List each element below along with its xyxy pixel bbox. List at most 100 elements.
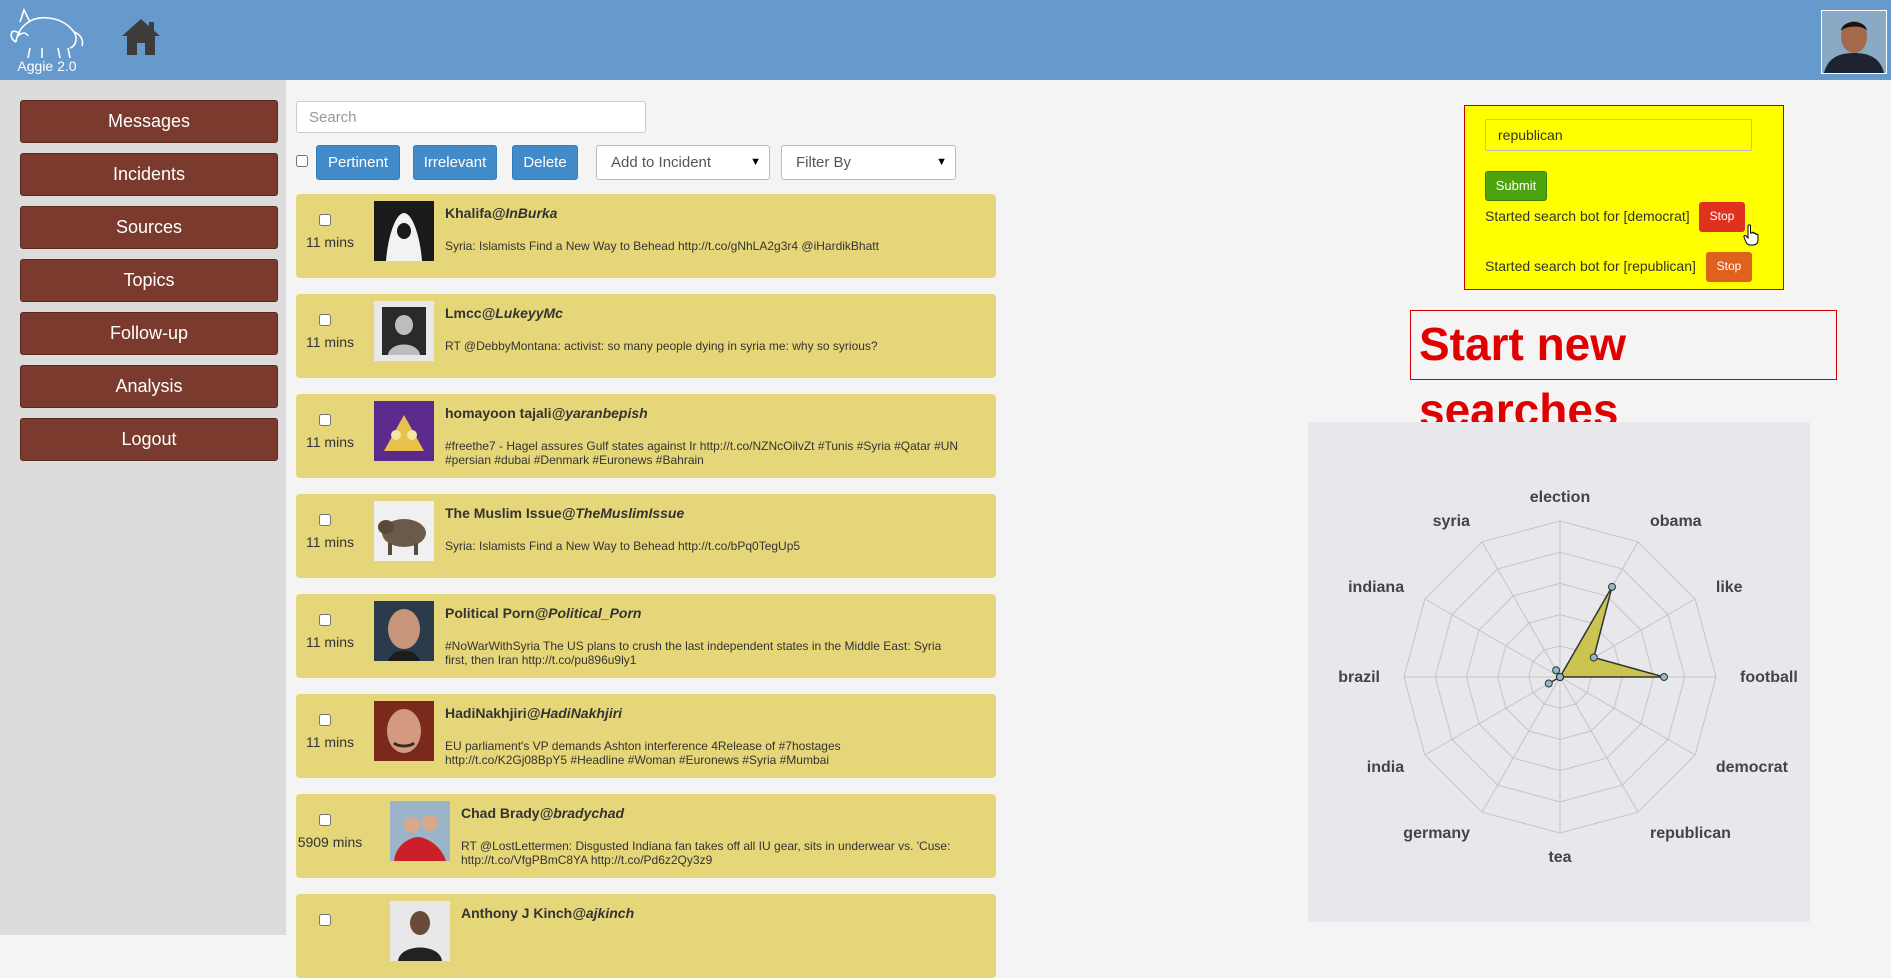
author-avatar <box>374 501 434 561</box>
submit-button[interactable]: Submit <box>1485 171 1547 201</box>
author-avatar <box>374 401 434 461</box>
radar-axis-label: election <box>1530 489 1590 506</box>
message-checkbox[interactable] <box>319 714 331 726</box>
radar-axis-label: indiana <box>1348 579 1404 596</box>
radar-data-point <box>1556 673 1564 681</box>
author-avatar <box>374 601 434 661</box>
sidebar: Messages Incidents Sources Topics Follow… <box>0 80 286 935</box>
author-name[interactable]: Khalifa@InBurka <box>445 205 557 221</box>
list-item[interactable]: Anthony J Kinch@ajkinch <box>296 894 996 978</box>
search-bot-panel: Submit Started search bot for [democrat]… <box>1464 105 1784 290</box>
message-time: 11 mins <box>306 334 354 350</box>
radar-data-point <box>1608 582 1616 591</box>
author-avatar <box>390 901 450 961</box>
message-text: RT @LostLettermen: Disgusted Indiana fan… <box>461 839 951 867</box>
radar-chart: election obama like football democrat republi… <box>1308 422 1810 922</box>
list-item[interactable]: 11 mins Khalifa@InBurka Syria: Islamists… <box>296 194 996 278</box>
radar-axis-label: like <box>1716 579 1743 596</box>
sidebar-item-sources[interactable]: Sources <box>20 206 278 249</box>
sidebar-item-topics[interactable]: Topics <box>20 259 278 302</box>
message-text: Syria: Islamists Find a New Way to Behea… <box>445 239 879 253</box>
radar-axis-label: brazil <box>1338 669 1380 686</box>
search-input[interactable] <box>296 101 646 133</box>
radar-data-point <box>1544 679 1553 688</box>
message-time: 5909 mins <box>297 834 363 850</box>
message-text: #NoWarWithSyria The US plans to crush th… <box>445 639 942 667</box>
add-to-incident-label: Add to Incident <box>611 154 712 171</box>
search-bot-status: Started search bot for [republican] <box>1485 258 1696 274</box>
message-time: 11 mins <box>306 434 354 450</box>
sidebar-item-analysis[interactable]: Analysis <box>20 365 278 408</box>
logo-text: Aggie 2.0 <box>17 58 77 74</box>
radar-data-point <box>1589 653 1598 662</box>
list-item[interactable]: 11 mins HadiNakhjiri@HadiNakhjiri EU par… <box>296 694 996 778</box>
sidebar-item-logout[interactable]: Logout <box>20 418 278 461</box>
hand-cursor-icon <box>1743 224 1759 246</box>
aggie-logo[interactable]: Aggie 2.0 <box>6 2 88 74</box>
author-name[interactable]: homayoon tajali@yaranbepish <box>445 405 648 421</box>
author-name[interactable]: The Muslim Issue@TheMuslimIssue <box>445 505 684 521</box>
list-item[interactable]: 11 mins homayoon tajali@yaranbepish #fre… <box>296 394 996 478</box>
author-avatar <box>390 801 450 861</box>
radar-axis-label: republican <box>1650 825 1731 842</box>
list-item[interactable]: 5909 mins Chad Brady@bradychad RT @LostL… <box>296 794 996 878</box>
message-text: #freethe7 - Hagel assures Gulf states ag… <box>445 439 959 467</box>
author-avatar <box>374 201 434 261</box>
sidebar-item-messages[interactable]: Messages <box>20 100 278 143</box>
message-checkbox[interactable] <box>319 614 331 626</box>
list-item[interactable]: 11 mins The Muslim Issue@TheMuslimIssue … <box>296 494 996 578</box>
radar-series-area <box>1548 586 1665 685</box>
search-bot-status: Started search bot for [democrat] <box>1485 208 1690 224</box>
message-text: Syria: Islamists Find a New Way to Behea… <box>445 539 801 553</box>
message-time: 11 mins <box>306 234 354 250</box>
radar-axis-label: democrat <box>1716 759 1789 776</box>
chevron-down-icon: ▼ <box>936 156 947 168</box>
sidebar-item-incidents[interactable]: Incidents <box>20 153 278 196</box>
annotation-label: Start new searches <box>1410 310 1837 436</box>
author-name[interactable]: Lmcc@LukeyyMc <box>445 305 563 321</box>
message-checkbox[interactable] <box>319 414 331 426</box>
radar-axis-label: germany <box>1403 825 1470 842</box>
radar-data-point <box>1660 673 1668 681</box>
message-checkbox[interactable] <box>319 514 331 526</box>
select-all-checkbox[interactable] <box>296 155 308 167</box>
message-time: 11 mins <box>306 634 354 650</box>
radar-axis-label: india <box>1367 759 1404 776</box>
message-checkbox[interactable] <box>319 314 331 326</box>
search-term-input[interactable] <box>1485 119 1752 151</box>
author-name[interactable]: Political Porn@Political_Porn <box>445 605 641 621</box>
radar-axis-label: syria <box>1433 513 1470 530</box>
message-checkbox[interactable] <box>319 214 331 226</box>
message-time: 11 mins <box>306 734 354 750</box>
radar-axis-label: football <box>1740 669 1798 686</box>
message-time: 11 mins <box>306 534 354 550</box>
author-name[interactable]: HadiNakhjiri@HadiNakhjiri <box>445 705 622 721</box>
radar-axis-label: obama <box>1650 513 1702 530</box>
radar-chart-svg: election obama like football democrat republi… <box>1338 489 1798 866</box>
message-text: EU parliament's VP demands Ashton interf… <box>445 739 841 767</box>
message-checkbox[interactable] <box>319 814 331 826</box>
stop-button[interactable]: Stop <box>1706 252 1752 282</box>
delete-button[interactable]: Delete <box>512 145 578 180</box>
irrelevant-button[interactable]: Irrelevant <box>413 145 497 180</box>
list-item[interactable]: 11 mins Lmcc@LukeyyMc RT @DebbyMontana: … <box>296 294 996 378</box>
filter-by-select[interactable]: Filter By ▼ <box>781 145 956 180</box>
author-avatar <box>374 301 434 361</box>
author-avatar <box>374 701 434 761</box>
list-item[interactable]: 11 mins Political Porn@Political_Porn #N… <box>296 594 996 678</box>
radar-data-point <box>1552 666 1561 675</box>
add-to-incident-select[interactable]: Add to Incident ▼ <box>596 145 770 180</box>
home-icon[interactable] <box>120 16 162 58</box>
pertinent-button[interactable]: Pertinent <box>316 145 400 180</box>
filter-by-label: Filter By <box>796 154 852 171</box>
message-checkbox[interactable] <box>319 914 331 926</box>
message-text: RT @DebbyMontana: activist: so many peop… <box>445 339 878 353</box>
author-name[interactable]: Anthony J Kinch@ajkinch <box>461 905 634 921</box>
user-avatar[interactable] <box>1821 10 1887 74</box>
top-bar: Aggie 2.0 <box>0 0 1891 80</box>
author-name[interactable]: Chad Brady@bradychad <box>461 805 624 821</box>
stop-button[interactable]: Stop <box>1699 202 1745 232</box>
aardvark-icon <box>10 7 84 59</box>
chevron-down-icon: ▼ <box>750 156 761 168</box>
sidebar-item-follow-up[interactable]: Follow-up <box>20 312 278 355</box>
